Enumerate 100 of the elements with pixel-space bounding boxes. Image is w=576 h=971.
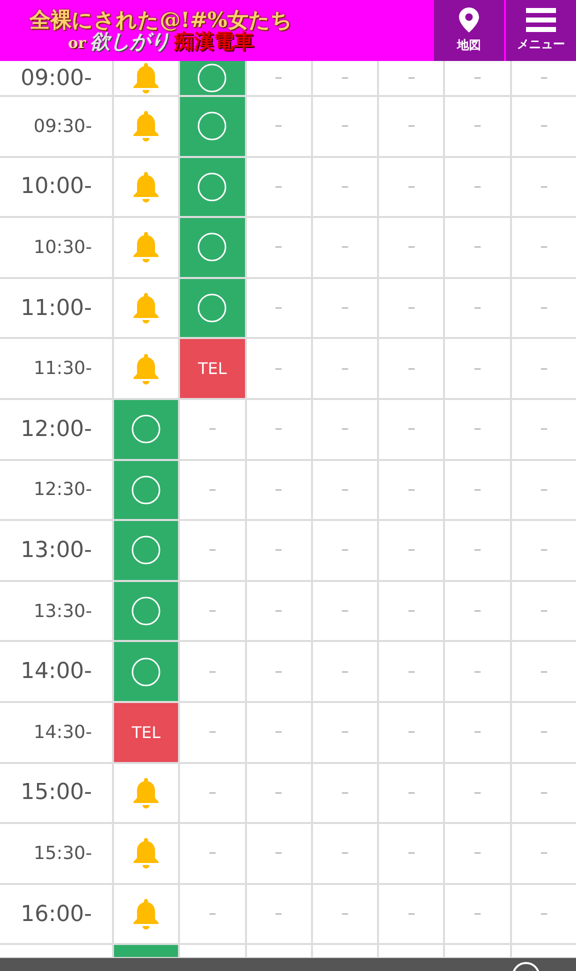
unavailable-mark: － [338,602,352,620]
unavailable-mark: － [404,602,418,620]
available-slot[interactable] [114,460,178,520]
available-slot[interactable] [180,158,245,216]
unavailable-mark: － [470,905,485,924]
time-label: 09:30- [32,116,93,137]
unavailable-mark: － [338,480,352,499]
table-cell [180,945,245,958]
available-slot[interactable] [114,400,178,459]
unavailable-mark: － [404,723,418,742]
available-slot[interactable] [114,521,178,580]
unavailable-mark: － [272,299,286,318]
unavailable-mark: － [338,844,352,862]
time-label: 16:00- [20,902,93,927]
available-slot[interactable] [180,97,245,156]
unavailable-mark: － [205,905,220,924]
unavailable-mark: － [536,662,551,681]
unavailable-mark: － [272,360,286,378]
unavailable-mark: － [272,69,286,87]
time-label: 14:30- [32,722,93,743]
table-cell [246,945,311,958]
available-slot[interactable] [180,61,245,95]
unavailable-mark: － [338,299,352,318]
bell-icon [132,776,160,809]
unavailable-mark: － [536,844,551,862]
unavailable-mark: － [536,69,551,87]
menu-icon [526,8,556,32]
logo-subtitle-accent: 痴漢電車 [174,31,254,52]
circle-icon [197,293,228,324]
unavailable-mark: － [536,299,551,318]
unavailable-mark: － [272,117,286,136]
unavailable-mark: － [338,723,352,742]
unavailable-mark: － [536,480,551,499]
unavailable-mark: － [470,69,485,87]
time-label: 15:00- [20,780,93,806]
bell-icon [132,898,160,930]
time-label: 11:00- [20,296,93,321]
unavailable-mark: － [404,784,418,802]
time-label: 12:30- [32,479,93,500]
circle-icon [131,656,162,687]
circle-icon [131,596,162,626]
time-label: 09:00- [20,66,93,90]
available-slot[interactable] [180,278,245,338]
unavailable-mark: － [470,602,485,620]
table-cell [512,945,576,958]
unavailable-mark: － [470,844,485,862]
unavailable-mark: － [205,784,220,802]
unavailable-mark: － [338,784,352,802]
unavailable-mark: － [272,905,286,924]
available-slot[interactable] [114,642,178,701]
time-label: 11:30- [32,358,93,380]
time-label: 10:30- [32,236,93,258]
available-slot[interactable] [114,945,178,958]
unavailable-mark: － [272,844,286,862]
call-slot[interactable]: TEL [180,339,245,398]
time-label: 13:30- [32,600,93,622]
unavailable-mark: － [404,299,418,318]
unavailable-mark: － [338,662,352,681]
logo-prefix: or [68,36,86,52]
unavailable-mark: － [272,602,286,620]
unavailable-mark: － [536,420,551,438]
bell-icon [132,292,160,324]
time-label: 15:30- [32,842,93,864]
unavailable-mark: － [272,662,286,681]
unavailable-mark: － [272,420,286,438]
unavailable-mark: － [470,723,485,742]
circle-icon [131,474,162,505]
unavailable-mark: － [470,480,485,499]
unavailable-mark: － [338,117,352,136]
unavailable-mark: － [404,662,418,681]
call-slot[interactable]: TEL [114,702,178,762]
circle-icon [197,172,228,202]
unavailable-mark: － [404,905,418,924]
unavailable-mark: － [470,360,485,378]
unavailable-mark: － [338,178,352,196]
time-label: 10:00- [20,174,93,200]
time-label: 12:00- [20,416,93,442]
unavailable-mark: － [536,602,551,620]
logo-title[interactable]: 全裸にされた@!#%女たち [30,8,292,32]
unavailable-mark: － [205,420,220,438]
unavailable-mark: － [536,784,551,802]
unavailable-mark: － [536,360,551,378]
bell-icon [132,231,160,264]
unavailable-mark: － [272,541,286,560]
map-button[interactable]: 地図 [432,0,504,61]
logo-subtitle: 欲しがり [90,31,170,52]
table-cell [445,945,510,958]
unavailable-mark: － [404,844,418,862]
menu-button[interactable]: メニュー [504,0,576,61]
unavailable-mark: － [338,905,352,924]
available-slot[interactable] [114,582,178,640]
circle-icon [131,535,162,566]
available-slot[interactable] [180,218,245,277]
bell-icon [132,837,160,870]
unavailable-mark: － [470,238,485,256]
table-cell [379,945,444,958]
unavailable-mark: － [404,541,418,560]
unavailable-mark: － [272,480,286,499]
circle-icon [197,63,228,93]
unavailable-mark: － [404,69,418,87]
